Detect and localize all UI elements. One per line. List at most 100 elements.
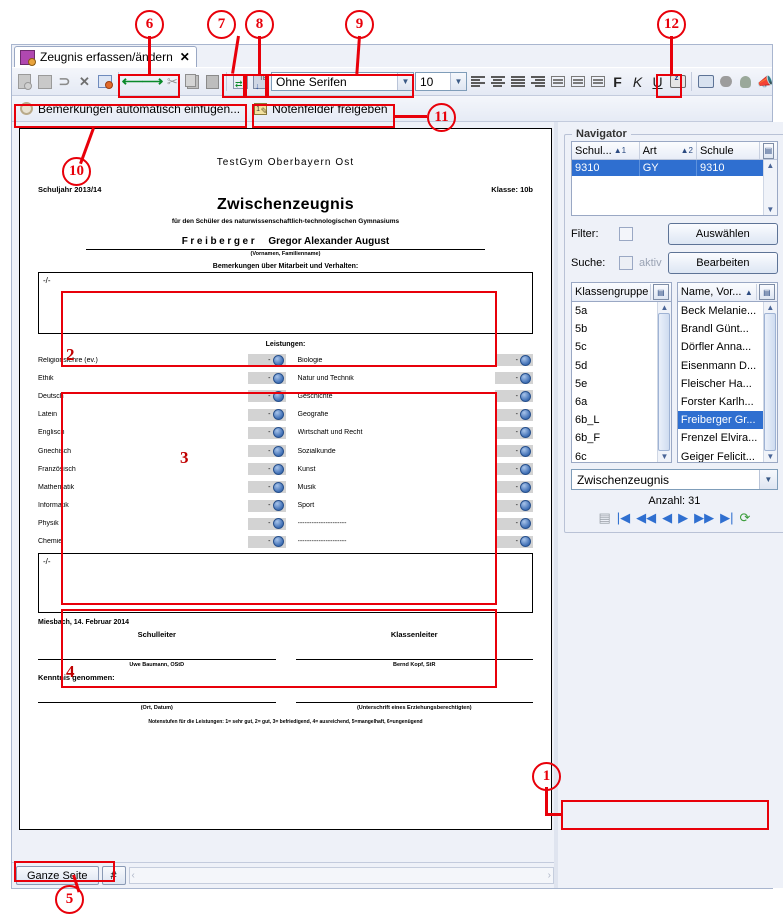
globe-icon[interactable]	[272, 390, 284, 402]
back-button[interactable]: ⟵	[122, 71, 144, 92]
globe-icon[interactable]	[520, 409, 531, 421]
report-document[interactable]: TestGym Oberbayern Ost Schuljahr 2013/14…	[19, 128, 552, 830]
list-item[interactable]: 6a	[572, 393, 657, 411]
scrollbar-thumb[interactable]	[658, 313, 671, 451]
globe-icon[interactable]	[520, 481, 531, 493]
list-item[interactable]: Fleischer Ha...	[678, 375, 763, 393]
grade-field[interactable]: -	[247, 372, 286, 385]
grade-field[interactable]: -	[495, 408, 533, 421]
globe-icon[interactable]	[272, 536, 284, 548]
prev-page-icon[interactable]: ‹	[132, 870, 135, 881]
list-item[interactable]: Beck Melanie...	[678, 302, 763, 320]
page-scroll-track[interactable]: ‹ ›	[128, 867, 554, 884]
filter-checkbox[interactable]	[619, 227, 633, 241]
grade-field[interactable]: -	[495, 499, 533, 512]
class-list-scrollbar[interactable]: ▲ ▼	[656, 302, 671, 462]
valign-middle-button[interactable]	[568, 71, 587, 92]
scroll-down-icon[interactable]: ▼	[766, 205, 774, 214]
align-justify-button[interactable]	[508, 71, 527, 92]
font-size-select[interactable]: 10 ▼	[415, 72, 467, 91]
new-document-button[interactable]	[15, 71, 34, 92]
list-item[interactable]: 5a	[572, 302, 657, 320]
preview-button[interactable]	[716, 71, 735, 92]
globe-icon[interactable]	[272, 518, 284, 530]
cut-button[interactable]: ✂	[163, 71, 182, 92]
grade-field[interactable]: -	[495, 463, 533, 476]
copy-record-icon[interactable]: ▤	[598, 510, 610, 526]
paste-button[interactable]	[203, 71, 222, 92]
list-item[interactable]: 5d	[572, 357, 657, 375]
delete-button[interactable]: ✕	[75, 71, 94, 92]
close-icon[interactable]: ✕	[180, 50, 190, 64]
print-button[interactable]	[696, 71, 715, 92]
student-list-header[interactable]: Name, Vor... ▲ ▤	[676, 282, 778, 301]
grade-field[interactable]: -	[247, 499, 286, 512]
edit-button[interactable]: Bearbeiten	[667, 252, 778, 274]
globe-icon[interactable]	[272, 463, 284, 475]
grade-field[interactable]: -	[247, 481, 286, 494]
valign-bottom-button[interactable]	[588, 71, 607, 92]
chevron-down-icon[interactable]: ▼	[450, 73, 466, 90]
globe-icon[interactable]	[520, 427, 531, 439]
font-family-select[interactable]: Ohne Serifen ▼	[271, 72, 414, 91]
select-button[interactable]: Auswählen	[667, 223, 778, 245]
scroll-up-icon[interactable]: ▲	[660, 303, 668, 312]
table-row[interactable]: 9310 GY 9310	[572, 160, 763, 176]
student-list-scrollbar[interactable]: ▲ ▼	[762, 302, 777, 462]
zeugnis-print-button[interactable]	[668, 71, 687, 92]
valign-top-button[interactable]	[548, 71, 567, 92]
align-left-button[interactable]	[468, 71, 487, 92]
grade-field[interactable]: -	[495, 426, 533, 439]
list-item[interactable]: Dörfler Anna...	[678, 338, 763, 356]
list-item[interactable]: 5b	[572, 320, 657, 338]
column-header-art[interactable]: Art ▲2	[640, 142, 697, 159]
fast-forward-icon[interactable]: ▶▶	[694, 510, 714, 526]
scroll-up-icon[interactable]: ▲	[766, 303, 774, 312]
forward-button[interactable]: ⟶	[142, 71, 164, 92]
list-item[interactable]: 5e	[572, 375, 657, 393]
grade-field[interactable]: -	[247, 463, 286, 476]
grade-field[interactable]: -	[495, 481, 533, 494]
first-record-icon[interactable]: |◀	[617, 510, 630, 526]
prev-record-icon[interactable]: ◀	[662, 510, 672, 526]
grade-field[interactable]: -	[495, 535, 533, 548]
globe-icon[interactable]	[272, 500, 284, 512]
release-grades-button[interactable]: 1 Notenfelder freigeben	[251, 101, 390, 117]
list-item[interactable]: 5c	[572, 338, 657, 356]
list-item[interactable]: Forster Karlh...	[678, 393, 763, 411]
scroll-down-icon[interactable]: ▼	[766, 452, 774, 461]
scrollbar-thumb[interactable]	[765, 171, 775, 204]
grade-field[interactable]: -	[495, 390, 533, 403]
globe-icon[interactable]	[520, 390, 531, 402]
globe-icon[interactable]	[520, 463, 531, 475]
list-item[interactable]: Eisenmann D...	[678, 357, 763, 375]
class-group-list[interactable]: 5a 5b 5c 5d 5e 6a 6b_L 6b_F 6c 6d 7a	[571, 301, 672, 463]
globe-icon[interactable]	[272, 481, 284, 493]
next-record-icon[interactable]: ▶	[678, 510, 688, 526]
copy-button[interactable]	[183, 71, 202, 92]
undo-button[interactable]: ⊃	[55, 71, 74, 92]
textblock-insert-button[interactable]: TB	[251, 71, 270, 92]
grade-field[interactable]: -	[247, 445, 286, 458]
list-item[interactable]: 6b_L	[572, 411, 657, 429]
whole-page-button[interactable]: Ganze Seite	[16, 866, 99, 885]
globe-icon[interactable]	[520, 536, 531, 548]
class-group-header[interactable]: Klassengruppe ▤	[571, 282, 672, 301]
grade-field[interactable]: -	[247, 390, 286, 403]
globe-icon[interactable]	[520, 500, 531, 512]
grade-field[interactable]: -	[247, 408, 286, 421]
globe-icon[interactable]	[272, 409, 284, 421]
grade-field[interactable]: -	[495, 517, 533, 530]
chevron-down-icon[interactable]: ▼	[397, 73, 413, 90]
globe-icon[interactable]	[272, 354, 284, 366]
column-header-schule[interactable]: Schule	[697, 142, 760, 159]
grade-field[interactable]: -	[247, 354, 286, 367]
grade-field[interactable]: -	[247, 426, 286, 439]
navigator-table[interactable]: Schul... ▲1 Art ▲2 Schule ▤ 9310 GY 9310…	[571, 141, 778, 216]
globe-icon[interactable]	[272, 445, 284, 457]
grade-field[interactable]: -	[495, 445, 533, 458]
fast-back-icon[interactable]: ◀◀	[636, 510, 656, 526]
globe-icon[interactable]	[272, 427, 284, 439]
list-item[interactable]: 6b_F	[572, 429, 657, 447]
globe-icon[interactable]	[520, 354, 531, 366]
